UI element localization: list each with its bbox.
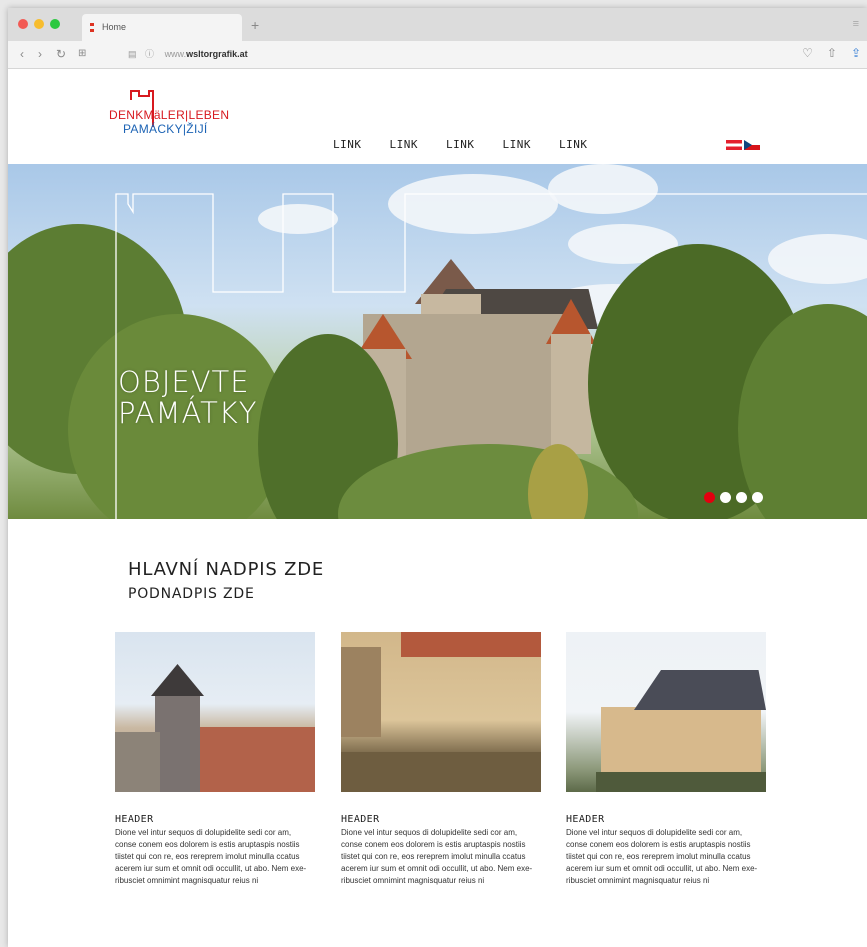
carousel-dots xyxy=(704,492,763,503)
browser-tab-bar: Home + ≡ xyxy=(8,8,867,41)
toolbar-right-icons: ♡ ⇧ ⇪ xyxy=(802,46,861,60)
browser-tab-home[interactable]: Home xyxy=(82,14,242,41)
nav-link-5[interactable]: LINK xyxy=(559,138,588,151)
address-bar[interactable]: ▤ ⓘ www.wsltorgrafik.at xyxy=(128,46,778,63)
window-controls xyxy=(18,19,60,29)
card-header: HEADER xyxy=(115,814,154,825)
card-text: Dione vel intur sequos di dolupidelite s… xyxy=(341,828,533,885)
castle-logo-icon xyxy=(130,90,154,127)
card-header: HEADER xyxy=(566,814,605,825)
site-header: DENKMäLER|LEBEN PAMÁCKY|ŽIJÍ LINK LINK L… xyxy=(8,69,867,164)
card-text: Dione vel intur sequos di dolupidelite s… xyxy=(115,828,307,885)
new-tab-button[interactable]: + xyxy=(251,17,259,33)
heart-icon[interactable]: ♡ xyxy=(802,46,813,60)
forward-icon[interactable]: › xyxy=(38,47,42,61)
hero-banner: OBJEVTE PAMÁTKY xyxy=(8,164,867,519)
card-header: HEADER xyxy=(341,814,380,825)
czech-flag-icon[interactable] xyxy=(744,140,760,150)
carousel-dot-3[interactable] xyxy=(736,492,747,503)
close-window-button[interactable] xyxy=(18,19,28,29)
nav-link-3[interactable]: LINK xyxy=(446,138,475,151)
minimize-window-button[interactable] xyxy=(34,19,44,29)
nav-link-4[interactable]: LINK xyxy=(503,138,532,151)
site-logo[interactable]: DENKMäLER|LEBEN PAMÁCKY|ŽIJÍ xyxy=(109,86,229,146)
back-icon[interactable]: ‹ xyxy=(20,47,24,61)
hero-title-line2: PAMÁTKY xyxy=(118,396,258,430)
page-title: HLAVNÍ NADPIS ZDE xyxy=(128,559,325,580)
share-icon[interactable]: ⇧ xyxy=(827,46,837,60)
hero-title: OBJEVTE PAMÁTKY xyxy=(118,367,258,429)
austria-flag-icon[interactable] xyxy=(726,140,742,150)
url-host: wsltorgrafik.at xyxy=(186,49,248,59)
url-prefix: www. xyxy=(164,49,187,59)
carousel-dot-1[interactable] xyxy=(704,492,715,503)
language-switcher xyxy=(726,140,760,150)
menu-icon[interactable]: ≡ xyxy=(853,18,859,30)
card-text: Dione vel intur sequos di dolupidelite s… xyxy=(566,828,758,885)
page-subtitle: PODNADPIS ZDE xyxy=(128,586,255,602)
tab-title: Home xyxy=(102,22,127,32)
hero-frame-outline xyxy=(115,193,867,519)
favicon-icon xyxy=(90,23,94,32)
grid-icon[interactable]: ⊞ xyxy=(78,47,86,61)
carousel-dot-2[interactable] xyxy=(720,492,731,503)
reload-icon[interactable]: ↻ xyxy=(56,47,66,61)
content-card-3[interactable]: HEADER Dione vel intur sequos di dolupid… xyxy=(566,632,766,887)
info-icon[interactable]: ⓘ xyxy=(145,49,154,59)
carousel-dot-4[interactable] xyxy=(752,492,763,503)
browser-window: Home + ≡ ‹ › ↻ ⊞ ▤ ⓘ www.wsltorgrafik.at… xyxy=(8,8,867,947)
sync-icon[interactable]: ⇪ xyxy=(851,46,861,60)
reader-icon[interactable]: ▤ xyxy=(128,49,137,59)
content-card-1[interactable]: HEADER Dione vel intur sequos di dolupid… xyxy=(115,632,315,887)
main-nav: LINK LINK LINK LINK LINK xyxy=(333,138,588,151)
card-image xyxy=(566,632,766,792)
nav-link-2[interactable]: LINK xyxy=(390,138,419,151)
content-card-2[interactable]: HEADER Dione vel intur sequos di dolupid… xyxy=(341,632,541,887)
hero-title-line1: OBJEVTE xyxy=(118,365,250,399)
card-image xyxy=(115,632,315,792)
nav-link-1[interactable]: LINK xyxy=(333,138,362,151)
logo-text-cz: PAMÁCKY|ŽIJÍ xyxy=(123,122,208,136)
logo-text-de: DENKMäLER|LEBEN xyxy=(109,108,230,122)
browser-toolbar: ‹ › ↻ ⊞ ▤ ⓘ www.wsltorgrafik.at ♡ ⇧ ⇪ xyxy=(8,41,867,69)
card-image xyxy=(341,632,541,792)
maximize-window-button[interactable] xyxy=(50,19,60,29)
